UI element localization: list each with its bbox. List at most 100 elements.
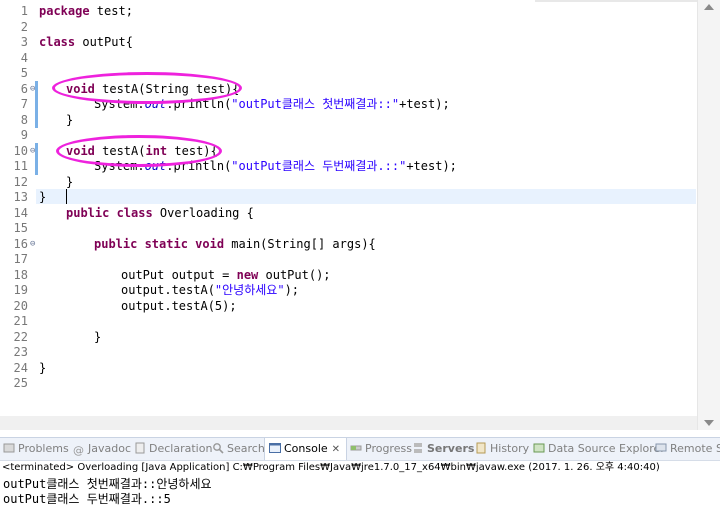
string-literal: "outPut클래스 첫번째결과::" bbox=[231, 97, 400, 111]
javadoc-icon: @ bbox=[73, 444, 84, 457]
tab-remote-systems[interactable]: Remote Sy bbox=[655, 438, 720, 460]
progress-icon bbox=[350, 445, 362, 451]
code-line-8: } bbox=[66, 112, 74, 127]
search-icon bbox=[213, 443, 224, 454]
line-number: 18 bbox=[13, 267, 28, 282]
console-output-line: outPut클래스 첫번째결과::안녕하세요 bbox=[3, 477, 212, 491]
tab-label: Progress bbox=[365, 442, 412, 455]
code-text: main(String[] args){ bbox=[224, 236, 376, 251]
tab-label: Declaration bbox=[149, 442, 213, 455]
tab-console[interactable]: Console ✕ bbox=[264, 438, 348, 460]
keyword: new bbox=[236, 267, 259, 282]
change-marker bbox=[35, 143, 38, 175]
line-number: 16 bbox=[13, 236, 28, 251]
line-number: 3 bbox=[20, 35, 28, 49]
remote-systems-icon bbox=[655, 443, 667, 452]
console-output-line: outPut클래스 두번째결과.::5 bbox=[3, 492, 171, 506]
scroll-down-icon[interactable] bbox=[704, 420, 714, 426]
keyword: public static void bbox=[94, 236, 225, 251]
code-line-20: output.testA(5); bbox=[121, 298, 237, 313]
code-editor[interactable]: 1 2 3 4 5 6 7 8 9 10 11 12 13 14 15 16 1… bbox=[0, 0, 720, 430]
tab-label: Search bbox=[227, 442, 265, 455]
tab-label: Servers bbox=[427, 442, 475, 455]
line-number: 23 bbox=[13, 345, 28, 359]
editor-top-edge bbox=[535, 0, 720, 2]
console-status-line: <terminated> Overloading [Java Applicati… bbox=[2, 462, 660, 473]
line-number: 9 bbox=[20, 128, 28, 142]
history-icon bbox=[476, 442, 486, 454]
servers-icon bbox=[414, 443, 422, 453]
tab-data-source-explorer[interactable]: Data Source Explorer bbox=[533, 438, 665, 460]
tab-search[interactable]: Search bbox=[212, 438, 265, 460]
code-text: Overloading { bbox=[152, 205, 254, 220]
tab-label: Problems bbox=[18, 442, 69, 455]
code-text: +test); bbox=[399, 97, 450, 111]
fold-toggle-icon[interactable]: ⊖ bbox=[30, 237, 35, 252]
line-number: 2 bbox=[20, 19, 28, 34]
line-number: 22 bbox=[13, 329, 28, 344]
tab-javadoc[interactable]: @ Javadoc bbox=[73, 438, 131, 460]
line-number: 13 bbox=[13, 190, 28, 204]
code-text: outPut{ bbox=[75, 35, 133, 49]
tab-history[interactable]: History bbox=[475, 438, 529, 460]
string-literal: "outPut클래스 두번째결과.::" bbox=[231, 159, 407, 173]
keyword: class bbox=[39, 35, 76, 49]
problems-icon bbox=[3, 443, 15, 453]
code-line-22: } bbox=[94, 329, 102, 344]
line-number: 20 bbox=[13, 298, 28, 313]
code-line-19: output.testA("안녕하세요"); bbox=[121, 283, 299, 298]
scroll-up-icon[interactable] bbox=[704, 4, 714, 10]
text-caret bbox=[66, 189, 67, 204]
code-text: test; bbox=[89, 4, 133, 18]
code-text: outPut(); bbox=[258, 267, 331, 282]
tab-progress[interactable]: Progress bbox=[350, 438, 412, 460]
line-number: 12 bbox=[13, 174, 28, 189]
view-tab-bar: Problems @ Javadoc Declaration Search Con… bbox=[0, 437, 720, 461]
change-marker bbox=[35, 81, 38, 128]
line-number: 1 bbox=[20, 4, 28, 18]
data-source-icon bbox=[533, 443, 545, 453]
keyword: public class bbox=[66, 205, 153, 220]
tab-declaration[interactable]: Declaration bbox=[134, 438, 212, 460]
tab-label: Javadoc bbox=[88, 442, 131, 455]
line-number: 14 bbox=[13, 205, 28, 220]
string-literal: "안녕하세요" bbox=[214, 283, 285, 297]
line-number: 7 bbox=[20, 97, 28, 111]
code-line-3: class outPut{ bbox=[39, 35, 133, 50]
code-text: outPut output = bbox=[121, 267, 237, 282]
line-number: 10 bbox=[13, 143, 28, 158]
console-icon bbox=[269, 443, 281, 453]
code-line-24: } bbox=[39, 360, 47, 375]
line-number: 5 bbox=[20, 66, 28, 80]
keyword: package bbox=[39, 4, 90, 18]
tab-label: Remote Sy bbox=[670, 442, 720, 455]
tab-label: History bbox=[490, 442, 530, 455]
code-text: ); bbox=[284, 283, 300, 297]
line-number: 15 bbox=[13, 221, 28, 235]
line-number: 25 bbox=[13, 376, 28, 390]
vertical-scrollbar[interactable] bbox=[697, 0, 720, 430]
line-number: 11 bbox=[13, 159, 28, 173]
code-line-18: outPut output = new outPut(); bbox=[121, 268, 331, 283]
code-text: output.testA( bbox=[121, 283, 215, 297]
tab-problems[interactable]: Problems bbox=[3, 438, 69, 460]
code-line-16: public static void main(String[] args){ bbox=[94, 237, 376, 252]
horizontal-scrollbar[interactable] bbox=[0, 416, 697, 430]
line-number-gutter: 1 2 3 4 5 6 7 8 9 10 11 12 13 14 15 16 1… bbox=[0, 0, 38, 430]
tab-label: Console bbox=[284, 442, 328, 455]
declaration-icon bbox=[135, 442, 145, 454]
line-number: 24 bbox=[13, 360, 28, 375]
code-text: +test); bbox=[406, 159, 457, 173]
code-line-13: } bbox=[39, 190, 47, 204]
tab-servers[interactable]: Servers bbox=[412, 438, 474, 460]
line-number: 6 bbox=[20, 81, 28, 96]
line-number: 21 bbox=[13, 314, 28, 328]
close-icon[interactable]: ✕ bbox=[332, 444, 340, 455]
code-line-14: public class Overloading { bbox=[66, 206, 254, 221]
annotation-circle bbox=[52, 72, 242, 104]
line-number: 17 bbox=[13, 252, 28, 266]
line-number: 19 bbox=[13, 283, 28, 297]
annotation-circle bbox=[56, 135, 222, 167]
code-line-1: package test; bbox=[39, 4, 133, 19]
tab-label: Data Source Explorer bbox=[548, 442, 665, 455]
